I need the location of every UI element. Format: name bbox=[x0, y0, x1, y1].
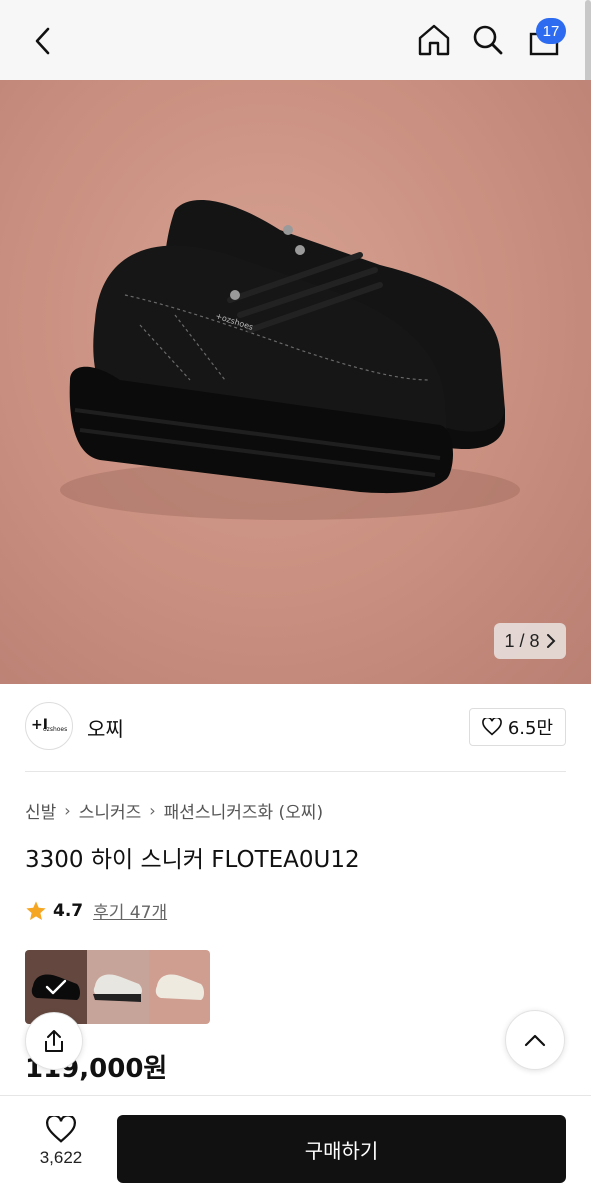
review-link[interactable]: 후기 47개 bbox=[93, 898, 167, 923]
brand-logo-image: +I ozshoes bbox=[31, 717, 67, 733]
share-icon bbox=[45, 1030, 63, 1052]
top-bar: 17 bbox=[0, 0, 591, 80]
image-counter: 1 / 8 bbox=[504, 630, 540, 651]
heart-icon bbox=[46, 1116, 76, 1143]
svg-text:ozshoes: ozshoes bbox=[43, 726, 67, 733]
brand-logo[interactable]: +I ozshoes bbox=[25, 702, 73, 750]
swatch-cream[interactable] bbox=[149, 950, 210, 1024]
product-title: 3300 하이 스니커 FLOTEA0U12 bbox=[25, 847, 360, 873]
product-image-gallery[interactable]: +ozshoes 1 / 8 bbox=[0, 80, 591, 684]
home-button[interactable] bbox=[412, 18, 456, 62]
breadcrumb-item[interactable]: 패션스니커즈화 (오찌) bbox=[164, 798, 323, 823]
breadcrumb-item[interactable]: 스니커즈 bbox=[79, 798, 142, 823]
search-button[interactable] bbox=[466, 18, 510, 62]
cart-count-badge: 17 bbox=[536, 18, 566, 44]
image-counter-button[interactable]: 1 / 8 bbox=[494, 623, 566, 659]
search-icon bbox=[473, 25, 503, 55]
buy-button[interactable]: 구매하기 bbox=[117, 1115, 566, 1183]
back-button[interactable] bbox=[22, 20, 64, 62]
rating-value: 4.7 bbox=[53, 900, 84, 921]
brand-row: +I ozshoes 오찌 6.5만 bbox=[25, 702, 566, 754]
brand-like-button[interactable]: 6.5만 bbox=[468, 708, 566, 746]
rating-row: 4.7 후기 47개 bbox=[25, 898, 167, 923]
wishlist-button[interactable]: 3,622 bbox=[28, 1116, 94, 1180]
share-button[interactable] bbox=[25, 1012, 83, 1070]
product-photo-sneakers: +ozshoes bbox=[60, 199, 520, 520]
chevron-right-icon: › bbox=[149, 801, 156, 820]
bottom-action-bar: 3,622 구매하기 bbox=[0, 1095, 591, 1200]
chevron-right-icon bbox=[546, 634, 555, 648]
swatch-image bbox=[93, 974, 142, 1002]
swatch-image bbox=[155, 974, 204, 1000]
chevron-left-icon bbox=[35, 27, 50, 55]
brand-name[interactable]: 오찌 bbox=[87, 713, 124, 742]
breadcrumb-item[interactable]: 신발 bbox=[25, 798, 56, 823]
star-icon bbox=[26, 900, 46, 920]
breadcrumb: 신발 › 스니커즈 › 패션스니커즈화 (오찌) bbox=[25, 798, 323, 823]
chevron-up-icon bbox=[524, 1034, 546, 1047]
scroll-top-button[interactable] bbox=[505, 1010, 565, 1070]
heart-icon bbox=[481, 718, 502, 736]
brand-like-count: 6.5만 bbox=[507, 718, 553, 739]
wishlist-count: 3,622 bbox=[39, 1148, 83, 1167]
swatch-black-white[interactable] bbox=[87, 950, 149, 1024]
divider bbox=[25, 771, 566, 772]
check-icon bbox=[45, 979, 67, 995]
chevron-right-icon: › bbox=[64, 801, 71, 820]
home-icon bbox=[418, 24, 450, 56]
